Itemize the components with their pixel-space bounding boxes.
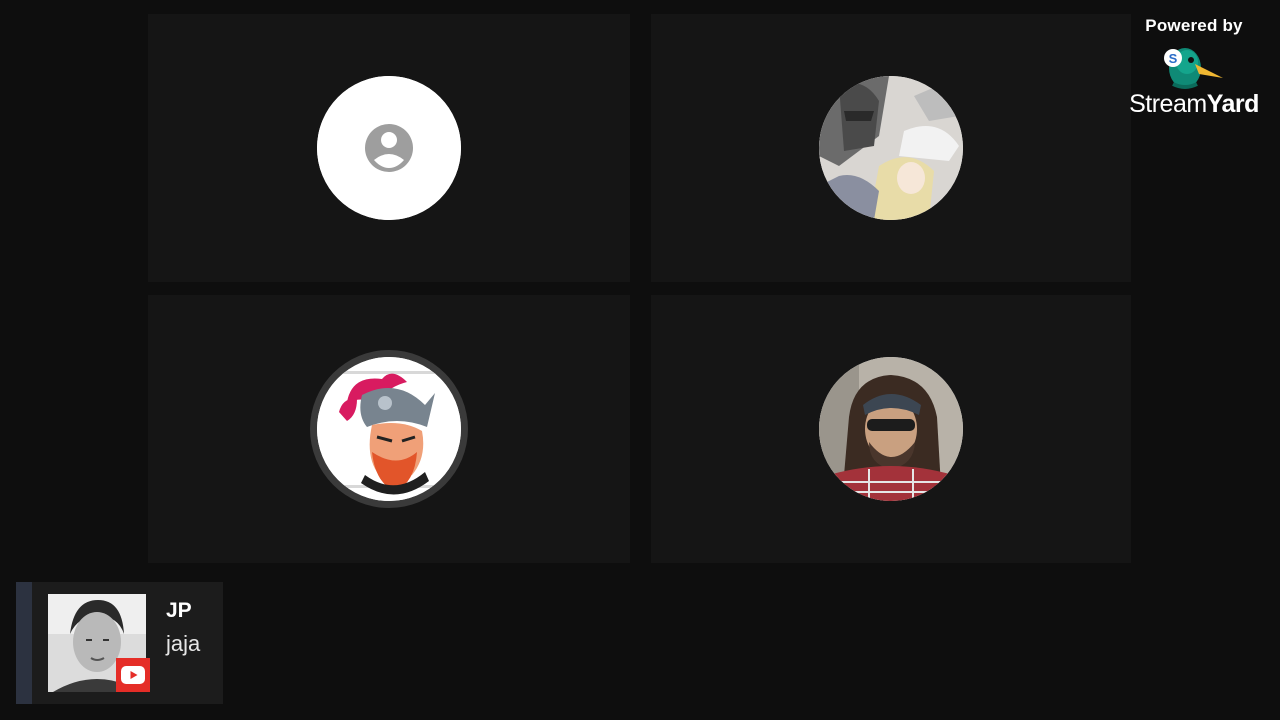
anime-artwork-image	[819, 76, 963, 220]
comment-text: jaja	[166, 631, 201, 656]
participant-tile-4[interactable]	[651, 295, 1131, 563]
stream-stage: Powered by S StreamYard JP jaja	[0, 0, 1280, 720]
anime-artwork-avatar	[819, 76, 963, 220]
knight-helmet-logo-avatar	[317, 357, 461, 501]
default-avatar	[317, 76, 461, 220]
brand-bold-text: Yard	[1206, 90, 1260, 118]
streamyard-wordmark: StreamYard	[1122, 90, 1266, 119]
brand-light-text: Stream	[1129, 90, 1207, 118]
knight-logo-image	[317, 357, 461, 501]
youtube-icon	[116, 658, 150, 692]
streamyard-branding: Powered by S StreamYard	[1122, 16, 1266, 119]
banner-accent-bar	[16, 582, 32, 704]
comment-banner: JP jaja	[16, 582, 223, 704]
bandana-man-photo	[819, 357, 963, 501]
svg-text:S: S	[1169, 51, 1178, 66]
streamyard-duck-logo-icon: S	[1164, 48, 1223, 89]
participant-tile-2[interactable]	[651, 14, 1131, 282]
powered-by-label: Powered by	[1145, 16, 1243, 35]
youtube-play-icon	[121, 666, 145, 684]
participant-tile-3[interactable]	[148, 295, 630, 563]
participant-tile-1[interactable]	[148, 14, 630, 282]
man-with-bandana-avatar	[819, 357, 963, 501]
person-icon	[317, 76, 461, 220]
commenter-name: JP	[166, 599, 192, 622]
